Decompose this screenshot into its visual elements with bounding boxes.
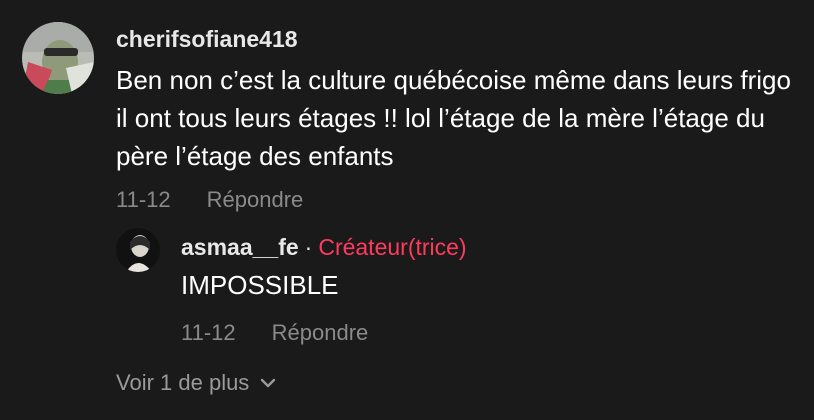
reply-username[interactable]: asmaa__fe [181, 234, 299, 260]
separator-dot: · [304, 234, 313, 260]
view-more-label: Voir 1 de plus [116, 370, 250, 395]
chevron-down-icon [259, 377, 277, 389]
view-more-replies-button[interactable]: Voir 1 de plus [116, 370, 277, 396]
reply-meta: 11-12 Répondre [181, 320, 368, 346]
reply-text: IMPOSSIBLE [181, 270, 339, 300]
comment-meta: 11-12 Répondre [116, 187, 303, 213]
reply-avatar[interactable] [116, 228, 160, 272]
reply-reply-button[interactable]: Répondre [272, 320, 369, 345]
comment-date: 11-12 [116, 187, 171, 212]
reply-header: asmaa__fe · Créateur(trice) [181, 234, 467, 261]
reply-button[interactable]: Répondre [207, 187, 304, 212]
comment-text: Ben non c’est la culture québécoise même… [116, 65, 791, 171]
reply-date: 11-12 [181, 320, 236, 345]
commenter-avatar[interactable] [22, 22, 94, 94]
creator-badge: Créateur(trice) [318, 234, 467, 260]
commenter-username[interactable]: cherifsofiane418 [116, 26, 298, 53]
